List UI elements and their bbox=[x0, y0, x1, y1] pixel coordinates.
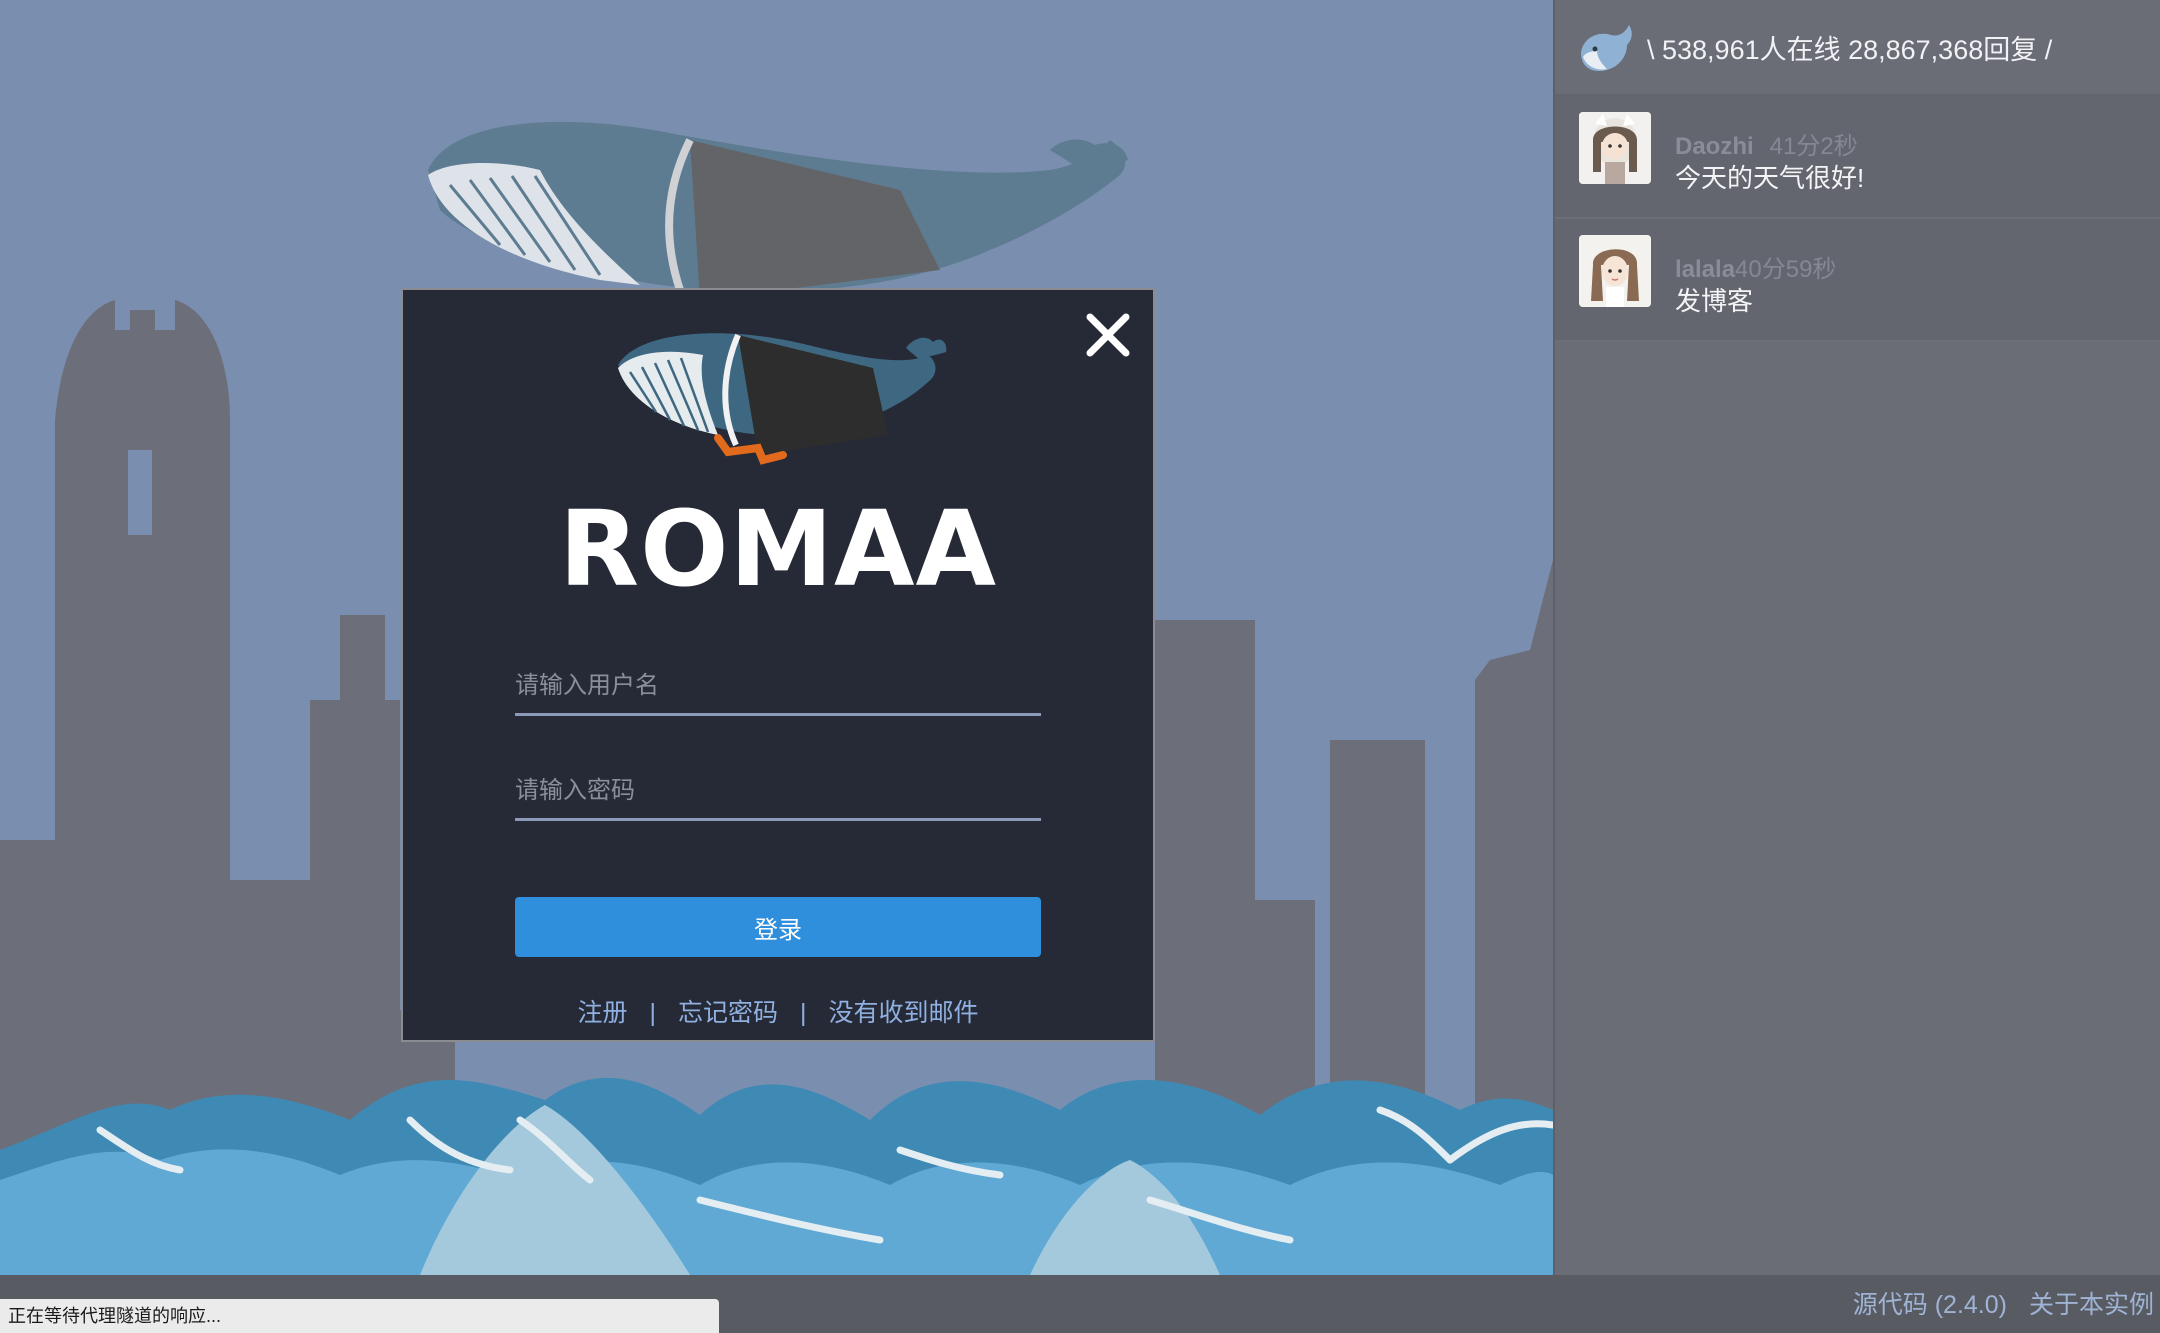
online-stats: \ 538,961人在线 28,867,368回复 / bbox=[1647, 34, 2053, 65]
account-links: 注册 | 忘记密码 | 没有收到邮件 bbox=[403, 993, 1153, 1029]
link-separator: | bbox=[800, 999, 807, 1027]
avatar-illustration bbox=[1579, 112, 1651, 184]
no-email-link[interactable]: 没有收到邮件 bbox=[829, 999, 979, 1027]
background-whale bbox=[428, 121, 1128, 300]
feed-message: 今天的天气很好! bbox=[1675, 163, 1865, 193]
feed-username[interactable]: Daozhi bbox=[1675, 133, 1754, 160]
close-icon bbox=[1086, 313, 1130, 357]
whale-logo-icon bbox=[1581, 25, 1632, 71]
ocean-waves bbox=[0, 1077, 1553, 1275]
browser-status-text: 正在等待代理隧道的响应... bbox=[0, 1299, 719, 1333]
feed-item: lalala40分59秒 发博客 bbox=[1555, 219, 2160, 342]
feed-username[interactable]: lalala bbox=[1675, 256, 1735, 283]
activity-sidebar: \ 538,961人在线 28,867,368回复 / Daozhi 41分2秒 … bbox=[1553, 0, 2160, 1275]
feed-timestamp: 41分2秒 bbox=[1769, 133, 1858, 160]
footer-links: 源代码 (2.4.0) 关于本实例 bbox=[1831, 1285, 2154, 1321]
avatar[interactable] bbox=[1579, 235, 1651, 307]
feed-timestamp: 40分59秒 bbox=[1735, 256, 1837, 283]
login-modal: ROMAA 登录 注册 | 忘记密码 | 没有收到邮件 bbox=[401, 288, 1155, 1042]
feed-item: Daozhi 41分2秒 今天的天气很好! bbox=[1555, 96, 2160, 219]
whale-logo-icon bbox=[618, 333, 947, 465]
footer-bar: 正在等待代理隧道的响应... 源代码 (2.4.0) 关于本实例 bbox=[0, 1275, 2160, 1333]
forgot-password-link[interactable]: 忘记密码 bbox=[678, 999, 778, 1027]
password-input[interactable] bbox=[515, 763, 1041, 821]
link-separator: | bbox=[649, 999, 656, 1027]
feed-message: 发博客 bbox=[1675, 286, 1754, 316]
username-input[interactable] bbox=[515, 658, 1041, 716]
about-instance-link[interactable]: 关于本实例 bbox=[2029, 1291, 2154, 1319]
avatar-illustration bbox=[1579, 235, 1651, 307]
close-button[interactable] bbox=[1081, 308, 1135, 362]
register-link[interactable]: 注册 bbox=[577, 999, 627, 1027]
source-code-link[interactable]: 源代码 (2.4.0) bbox=[1853, 1291, 2007, 1319]
stats-header: \ 538,961人在线 28,867,368回复 / bbox=[1555, 0, 2160, 96]
brand-title: ROMAA bbox=[559, 488, 997, 610]
login-button[interactable]: 登录 bbox=[515, 897, 1041, 957]
avatar[interactable] bbox=[1579, 112, 1651, 184]
background-scene: ROMAA 登录 注册 | 忘记密码 | 没有收到邮件 bbox=[0, 0, 1553, 1275]
